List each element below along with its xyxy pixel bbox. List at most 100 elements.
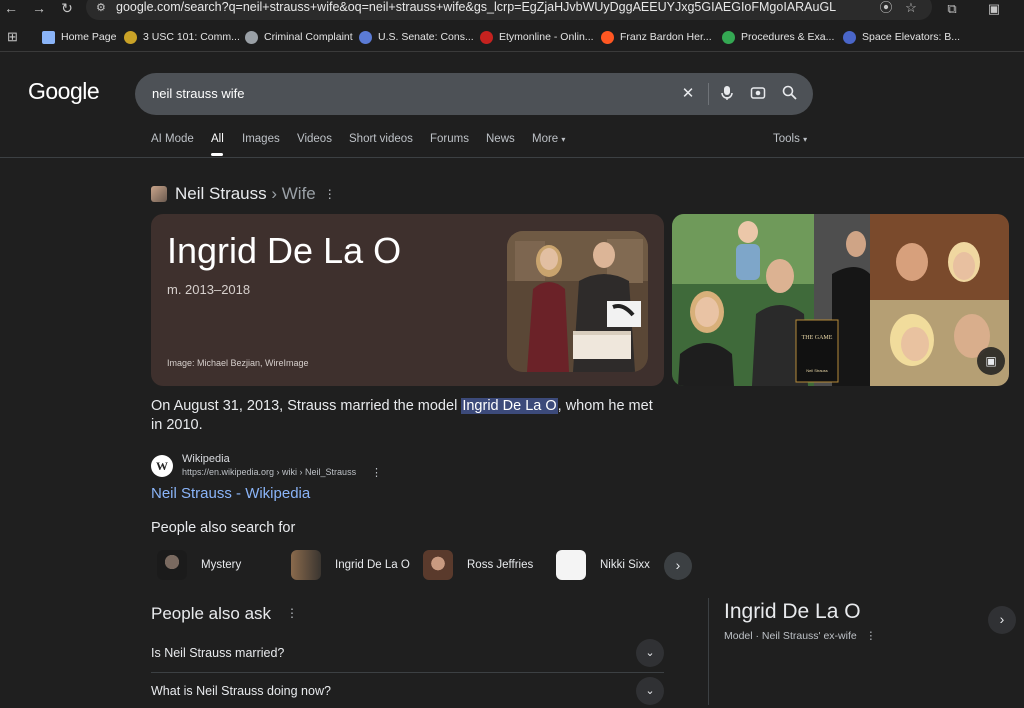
- reload-icon[interactable]: ↻: [58, 0, 76, 18]
- side-panel-name[interactable]: Ingrid De La O: [724, 600, 861, 624]
- snippet-highlight: Ingrid De La O: [461, 398, 558, 414]
- search-box[interactable]: neil strauss wife ✕: [135, 73, 813, 115]
- paa-question[interactable]: What is Neil Strauss doing now? ⌄: [151, 672, 664, 708]
- search-input[interactable]: neil strauss wife: [152, 86, 244, 101]
- more-options-icon[interactable]: ⋮: [324, 187, 336, 201]
- tab-all[interactable]: All: [211, 133, 224, 145]
- chevron-down-icon[interactable]: ⌄: [636, 639, 664, 667]
- person-thumbnail: [291, 550, 321, 580]
- caret-down-icon: ▾: [803, 135, 808, 144]
- bookmark-us-senate[interactable]: U.S. Senate: Cons...: [359, 29, 474, 45]
- pasf-item-ross-jeffries[interactable]: Ross Jeffries: [423, 550, 533, 580]
- tab-videos[interactable]: Videos: [297, 133, 332, 145]
- bookmark-criminal-complaint[interactable]: Criminal Complaint: [245, 29, 353, 45]
- chevron-down-icon[interactable]: ⌄: [636, 677, 664, 705]
- paa-question-text: What is Neil Strauss doing now?: [151, 684, 331, 698]
- lens-icon[interactable]: [749, 85, 767, 103]
- paa-question[interactable]: Is Neil Strauss married? ⌄: [151, 635, 664, 671]
- tab-tools-label: Tools: [773, 133, 800, 145]
- image-gallery[interactable]: THE GAME Neil Strauss ▣: [672, 214, 1009, 386]
- tab-tools[interactable]: Tools ▾: [773, 133, 807, 145]
- search-icon[interactable]: [780, 85, 798, 103]
- bookmark-label: Home Page: [61, 31, 117, 43]
- extensions-icon[interactable]: ⧉: [944, 1, 960, 17]
- reddit-icon: [601, 30, 614, 44]
- answer-title[interactable]: Neil Strauss › Wife: [175, 184, 316, 204]
- tab-short-videos[interactable]: Short videos: [349, 133, 413, 145]
- results-page: Google neil strauss wife ✕ AI Mode All I…: [0, 53, 1024, 705]
- seal-icon: [124, 30, 137, 44]
- tab-more[interactable]: More ▾: [532, 133, 565, 145]
- caret-down-icon: ▾: [561, 135, 566, 144]
- pasf-label: Mystery: [201, 559, 242, 571]
- featured-snippet: On August 31, 2013, Strauss married the …: [151, 397, 661, 435]
- image-credit: Image: Michael Bezjian, WireImage: [167, 358, 309, 368]
- pasf-item-ingrid[interactable]: Ingrid De La O: [291, 550, 410, 580]
- seal-icon: [359, 30, 372, 44]
- pasf-label: Ingrid De La O: [335, 559, 410, 571]
- chevron-right-icon[interactable]: ›: [988, 606, 1016, 634]
- microphone-icon[interactable]: [718, 85, 736, 103]
- globe-icon: [245, 30, 258, 44]
- forward-icon[interactable]: →: [30, 0, 48, 18]
- tab-ai-mode[interactable]: AI Mode: [151, 133, 194, 145]
- people-also-search-title: People also search for: [151, 520, 296, 536]
- bookmark-label: Criminal Complaint: [264, 31, 353, 43]
- more-options-icon[interactable]: ⋮: [286, 606, 298, 620]
- clear-icon[interactable]: ✕: [679, 85, 697, 103]
- person-thumbnail: [423, 550, 453, 580]
- bookmark-star-icon[interactable]: ☆: [904, 1, 918, 15]
- more-options-icon[interactable]: ⋮: [866, 630, 877, 642]
- address-bar[interactable]: ⚙ google.com/search?q=neil+strauss+wife&…: [86, 0, 932, 20]
- active-tab-indicator: [211, 153, 223, 156]
- pasf-item-mystery[interactable]: Mystery: [157, 550, 241, 580]
- url-text[interactable]: google.com/search?q=neil+strauss+wife&oq…: [116, 0, 836, 14]
- procedures-icon: [722, 30, 735, 44]
- page-icon: [42, 30, 55, 44]
- pasf-label: Nikki Sixx: [600, 559, 650, 571]
- location-icon[interactable]: ⦿: [879, 1, 893, 15]
- pasf-label: Ross Jeffries: [467, 559, 534, 571]
- result-link[interactable]: Neil Strauss - Wikipedia: [151, 485, 310, 502]
- answer-attribute: › Wife: [271, 184, 316, 203]
- snippet-text-before: On August 31, 2013, Strauss married the …: [151, 398, 462, 414]
- bookmark-franz-bardon[interactable]: Franz Bardon Her...: [601, 29, 712, 45]
- source-more-icon[interactable]: ⋮: [371, 466, 382, 479]
- bookmark-home-page[interactable]: Home Page: [42, 29, 116, 45]
- bookmarks-bar: ⊞ Home Page 3 USC 101: Comm... Criminal …: [0, 22, 1024, 52]
- bookmark-label: Franz Bardon Her...: [620, 31, 712, 43]
- book-cover-title: THE GAME: [802, 335, 833, 341]
- side-panel-description-text: Model · Neil Strauss' ex-wife: [724, 630, 857, 642]
- reading-list-icon[interactable]: ▣: [986, 1, 1002, 17]
- google-logo[interactable]: Google: [28, 78, 100, 105]
- answer-header: Neil Strauss › Wife ⋮: [151, 183, 336, 205]
- tab-forums[interactable]: Forums: [430, 133, 469, 145]
- bookmark-procedures[interactable]: Procedures & Exa...: [722, 29, 834, 45]
- bookmark-etymonline[interactable]: Etymonline - Onlin...: [480, 29, 594, 45]
- book-cover-author: Neil Strauss: [806, 368, 828, 373]
- search-divider: [708, 83, 709, 105]
- side-panel-description: Model · Neil Strauss' ex-wife ⋮: [724, 630, 876, 642]
- source-url: https://en.wikipedia.org › wiki › Neil_S…: [182, 467, 357, 477]
- nasa-icon: [843, 30, 856, 44]
- tab-more-label: More: [532, 133, 559, 145]
- answer-card[interactable]: Ingrid De La O m. 2013–2018 Image: Micha…: [151, 214, 664, 386]
- pasf-item-nikki-sixx[interactable]: Nikki Sixx: [556, 550, 650, 580]
- tab-images[interactable]: Images: [242, 133, 280, 145]
- tab-news[interactable]: News: [486, 133, 515, 145]
- site-info-icon[interactable]: ⚙: [96, 2, 108, 14]
- bookmark-space-elevators[interactable]: Space Elevators: B...: [843, 29, 960, 45]
- bookmark-label: Etymonline - Onlin...: [499, 31, 594, 43]
- chevron-right-icon[interactable]: ›: [664, 552, 692, 580]
- marriage-years: m. 2013–2018: [167, 282, 251, 297]
- tabs-divider: [0, 157, 1024, 158]
- apps-icon[interactable]: ⊞: [7, 29, 18, 45]
- image-gallery-icon[interactable]: ▣: [983, 353, 999, 369]
- bookmark-3-usc[interactable]: 3 USC 101: Comm...: [124, 29, 240, 45]
- back-icon[interactable]: ←: [2, 0, 20, 18]
- paa-question-text: Is Neil Strauss married?: [151, 646, 285, 660]
- browser-toolbar: ← → ↻ ⚙ google.com/search?q=neil+strauss…: [0, 0, 1024, 22]
- couple-photo[interactable]: [507, 231, 648, 372]
- bookmark-label: U.S. Senate: Cons...: [378, 31, 474, 43]
- person-thumbnail: [151, 186, 167, 202]
